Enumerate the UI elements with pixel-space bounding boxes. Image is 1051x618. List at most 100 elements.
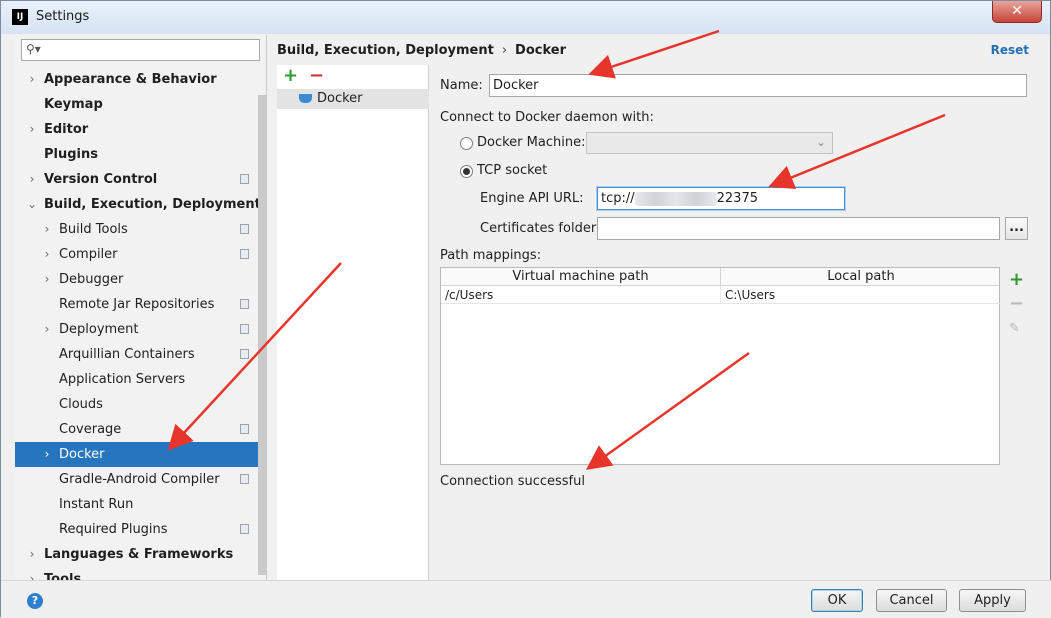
- project-level-icon: [240, 249, 249, 259]
- sidebar-item-clouds[interactable]: Clouds: [15, 392, 266, 417]
- tcp-socket-label: TCP socket: [477, 163, 548, 178]
- sidebar-item-label: Coverage: [59, 422, 122, 437]
- breadcrumb-parent: Build, Execution, Deployment: [277, 43, 494, 58]
- sidebar-item-label: Plugins: [44, 147, 98, 162]
- close-window-button[interactable]: ✕: [992, 1, 1042, 23]
- sidebar-item-label: Clouds: [59, 397, 103, 412]
- sidebar-item-label: Deployment: [59, 322, 139, 337]
- config-list-item-label: Docker: [317, 91, 363, 106]
- add-mapping-button[interactable]: +: [1009, 269, 1024, 290]
- table-row[interactable]: /c/Users C:\Users: [441, 286, 1001, 304]
- title-bar: IJ Settings ✕: [1, 1, 1050, 34]
- remove-mapping-button[interactable]: −: [1009, 293, 1024, 314]
- help-icon[interactable]: ?: [27, 593, 43, 609]
- dialog-button-bar: ? OK Cancel Apply: [1, 580, 1051, 618]
- chevron-right-icon[interactable]: ›: [42, 217, 52, 242]
- sidebar-item-remote-jar-repositories[interactable]: Remote Jar Repositories: [15, 292, 266, 317]
- window-title: Settings: [36, 9, 90, 24]
- sidebar-item-gradle-android-compiler[interactable]: Gradle-Android Compiler: [15, 467, 266, 492]
- chevron-right-icon[interactable]: ›: [42, 242, 52, 267]
- project-level-icon: [240, 349, 249, 359]
- column-header-local-path[interactable]: Local path: [721, 268, 1001, 286]
- sidebar-item-label: Version Control: [44, 172, 158, 187]
- sidebar-item-label: Instant Run: [59, 497, 134, 512]
- docker-machine-radio[interactable]: [460, 137, 473, 150]
- connection-status: Connection successful: [440, 474, 585, 489]
- vm-path-cell[interactable]: /c/Users: [441, 286, 721, 304]
- sidebar-item-instant-run[interactable]: Instant Run: [15, 492, 266, 517]
- reset-link[interactable]: Reset: [991, 43, 1029, 57]
- chevron-right-icon[interactable]: ›: [27, 117, 37, 142]
- sidebar-item-required-plugins[interactable]: Required Plugins: [15, 517, 266, 542]
- sidebar-item-label: Application Servers: [59, 372, 186, 387]
- sidebar-item-label: Docker: [59, 447, 105, 462]
- column-header-vm-path[interactable]: Virtual machine path: [441, 268, 721, 286]
- sidebar-item-version-control[interactable]: › Version Control: [15, 167, 266, 192]
- sidebar-item-tools[interactable]: › Tools: [15, 567, 266, 580]
- sidebar-item-debugger[interactable]: › Debugger: [15, 267, 266, 292]
- sidebar-item-compiler[interactable]: › Compiler: [15, 242, 266, 267]
- sidebar-item-label: Appearance & Behavior: [44, 72, 217, 87]
- sidebar-item-arquillian-containers[interactable]: Arquillian Containers: [15, 342, 266, 367]
- ok-button[interactable]: OK: [811, 589, 863, 612]
- sidebar-item-label: Editor: [44, 122, 89, 137]
- chevron-right-icon[interactable]: ›: [27, 67, 37, 92]
- apply-button[interactable]: Apply: [959, 589, 1026, 612]
- browse-button[interactable]: ...: [1005, 217, 1028, 240]
- table-toolbar: + − ✎: [1006, 269, 1028, 467]
- engine-api-url-prefix: tcp://: [601, 191, 635, 206]
- sidebar-item-coverage[interactable]: Coverage: [15, 417, 266, 442]
- redacted-host: [634, 191, 717, 206]
- cancel-button[interactable]: Cancel: [876, 589, 947, 612]
- sidebar-item-languages-frameworks[interactable]: › Languages & Frameworks: [15, 542, 266, 567]
- project-level-icon: [240, 474, 249, 484]
- sidebar-item-deployment[interactable]: › Deployment: [15, 317, 266, 342]
- engine-api-url-input[interactable]: tcp:// 22375: [597, 187, 845, 210]
- chevron-right-icon[interactable]: ›: [42, 317, 52, 342]
- local-path-cell[interactable]: C:\Users: [721, 286, 1001, 304]
- sidebar-item-build-tools[interactable]: › Build Tools: [15, 217, 266, 242]
- certificates-folder-label: Certificates folder:: [480, 221, 601, 236]
- chevron-right-icon[interactable]: ›: [27, 542, 37, 567]
- sidebar-item-docker[interactable]: › Docker: [15, 442, 266, 467]
- sidebar-item-label: Compiler: [59, 247, 118, 262]
- sidebar-item-label: Remote Jar Repositories: [59, 297, 215, 312]
- docker-settings-panel: Build, Execution, Deployment › Docker Rese…: [277, 35, 1043, 580]
- certificates-folder-input[interactable]: [597, 217, 1000, 240]
- project-level-icon: [240, 524, 249, 534]
- sidebar-scrollbar-thumb[interactable]: [258, 95, 266, 575]
- sidebar-item-application-servers[interactable]: Application Servers: [15, 367, 266, 392]
- edit-mapping-icon[interactable]: ✎: [1009, 321, 1020, 336]
- search-icon: ⚲▾: [26, 42, 41, 56]
- remove-config-button[interactable]: −: [309, 65, 324, 86]
- breadcrumb-separator: ›: [501, 43, 508, 58]
- sidebar-item-plugins[interactable]: Plugins: [15, 142, 266, 167]
- docker-machine-select[interactable]: ⌄: [586, 132, 833, 154]
- path-mappings-label: Path mappings:: [440, 248, 542, 263]
- chevron-right-icon[interactable]: ›: [27, 567, 37, 580]
- chevron-down-icon: ⌄: [815, 135, 826, 149]
- config-list-item-docker[interactable]: Docker: [277, 89, 429, 109]
- sidebar-item-keymap[interactable]: Keymap: [15, 92, 266, 117]
- tcp-socket-radio[interactable]: [460, 165, 473, 178]
- sidebar-item-label: Tools: [44, 572, 82, 580]
- breadcrumb-current: Docker: [515, 43, 566, 58]
- project-level-icon: [240, 224, 249, 234]
- add-config-button[interactable]: +: [283, 65, 298, 86]
- project-level-icon: [240, 424, 249, 434]
- sidebar-item-editor[interactable]: › Editor: [15, 117, 266, 142]
- sidebar-item-appearance-behavior[interactable]: › Appearance & Behavior: [15, 67, 266, 92]
- sidebar-item-label: Languages & Frameworks: [44, 547, 234, 562]
- chevron-down-icon[interactable]: ⌄: [27, 192, 37, 217]
- chevron-right-icon[interactable]: ›: [42, 442, 52, 467]
- chevron-right-icon[interactable]: ›: [42, 267, 52, 292]
- docker-config-form: Name: Docker Connect to Docker daemon wi…: [440, 65, 1040, 580]
- name-input[interactable]: Docker: [489, 74, 1027, 97]
- sidebar-item-label: Gradle-Android Compiler: [59, 472, 220, 487]
- settings-search-input[interactable]: ⚲▾: [21, 39, 260, 61]
- sidebar-item-build-execution-deployment[interactable]: ⌄ Build, Execution, Deployment: [15, 192, 266, 217]
- docker-config-list: + − Docker: [277, 65, 429, 580]
- sidebar-item-label: Arquillian Containers: [59, 347, 195, 362]
- sidebar-item-label: Build, Execution, Deployment: [44, 197, 261, 212]
- chevron-right-icon[interactable]: ›: [27, 167, 37, 192]
